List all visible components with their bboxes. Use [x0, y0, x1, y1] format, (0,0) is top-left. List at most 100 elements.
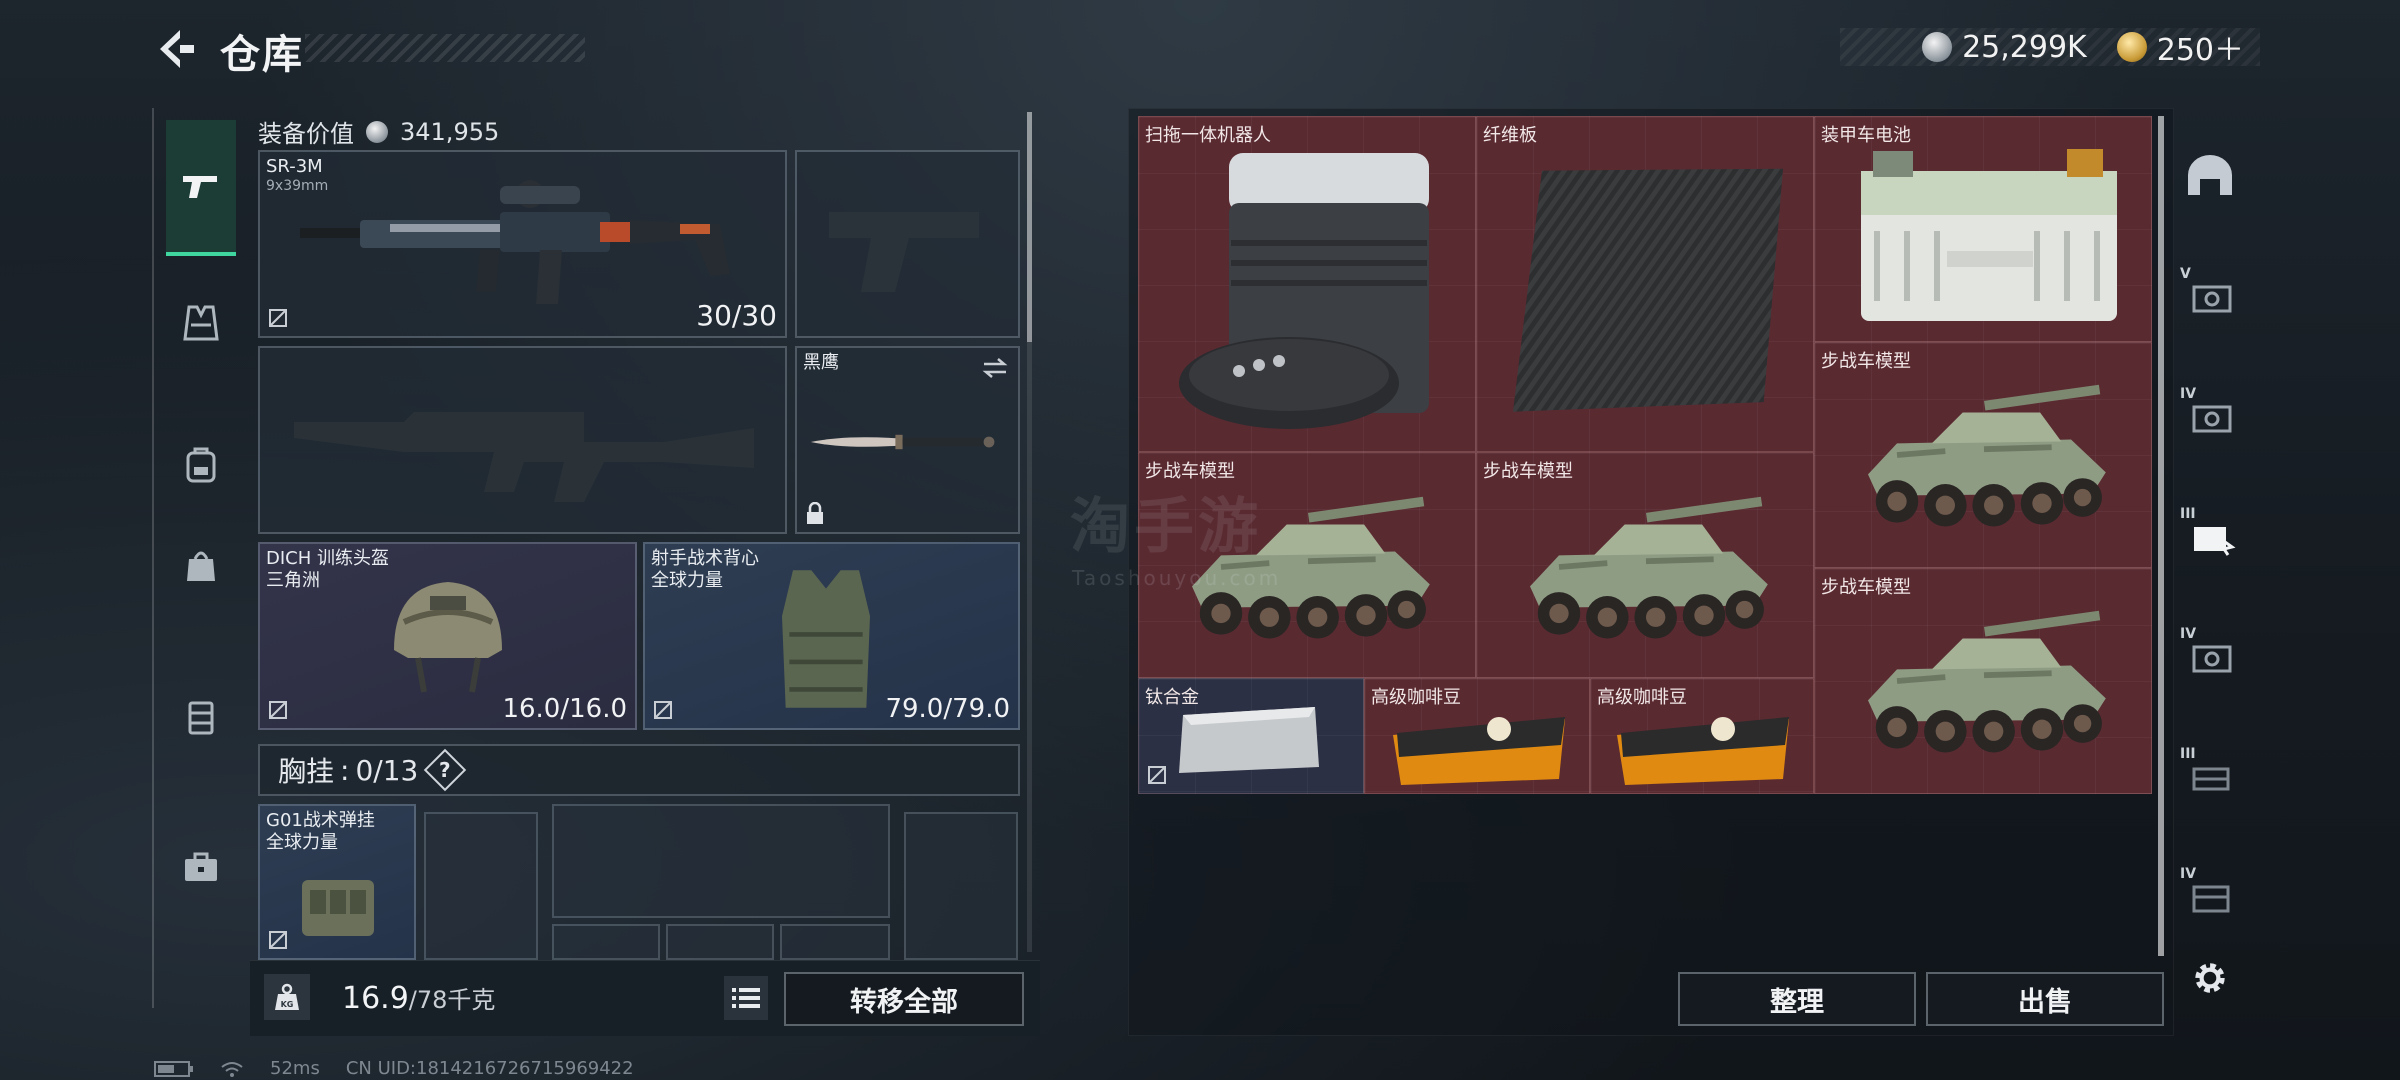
weight-icon: KG	[275, 983, 299, 1010]
chest-rig-bar: 胸挂 : 0/13 ?	[258, 744, 1020, 796]
rig-colon: :	[340, 753, 350, 787]
storage-item[interactable]: 步战车模型	[1814, 342, 2152, 568]
rail-item-weapons[interactable]	[166, 120, 236, 256]
list-view-button[interactable]	[724, 976, 768, 1020]
silver-coin-icon	[1922, 32, 1953, 62]
rig-empty-slot[interactable]	[552, 924, 660, 960]
pistol-slot[interactable]	[795, 150, 1020, 338]
helmet-label: DICH 训练头盔 三角洲	[266, 548, 389, 591]
tab-storage-iv[interactable]: IV	[2180, 384, 2240, 444]
item-name: 纤维板	[1483, 125, 1537, 146]
battery-image	[1861, 149, 2117, 321]
tier-label: V	[2180, 266, 2191, 282]
storage-item[interactable]: 纤维板	[1476, 116, 1814, 452]
tab-storage-iii-b[interactable]: III	[2180, 744, 2240, 804]
battery-status-icon	[154, 1060, 193, 1077]
item-name: 步战车模型	[1145, 461, 1235, 482]
tab-hideout[interactable]	[2180, 146, 2240, 206]
helmet-faction: 三角洲	[266, 569, 320, 591]
tab-storage-iv-b[interactable]: IV	[2180, 624, 2240, 684]
melee-slot[interactable]: 黑鹰	[795, 346, 1020, 534]
melee-name: 黑鹰	[803, 352, 839, 373]
back-button[interactable]	[150, 26, 196, 72]
storage-item[interactable]: 扫拖一体机器人	[1138, 116, 1476, 452]
backpack-icon	[186, 447, 216, 483]
storage-item[interactable]: 高级咖啡豆	[1364, 678, 1590, 794]
category-rail	[152, 108, 242, 1008]
ping-value: 52ms	[270, 1058, 320, 1079]
carry-weight: 16.9/78千克	[342, 980, 495, 1016]
wifi-icon	[221, 1061, 243, 1077]
rig-empty-slot[interactable]	[904, 812, 1018, 960]
helmet-slot[interactable]: DICH 训练头盔 三角洲 16.0/16.0	[258, 542, 637, 730]
tier-label: IV	[2180, 386, 2197, 402]
watermark: 淘手游	[1070, 492, 1262, 562]
gold-currency[interactable]: 250＋	[2116, 25, 2244, 69]
armor-durability: 79.0/79.0	[885, 694, 1010, 724]
tab-storage-iv-c[interactable]: IV	[2180, 864, 2240, 924]
user-uid: CN UID:1814216726715969422	[345, 1058, 634, 1079]
storage-item[interactable]: 装甲车电池	[1814, 116, 2152, 342]
secondary-weapon-slot[interactable]	[258, 346, 787, 534]
rig-item-label: G01战术弹挂 全球力量	[266, 810, 375, 853]
rig-empty-slot[interactable]	[666, 924, 774, 960]
no-insure-icon	[1148, 766, 1166, 784]
page-title: 仓库	[220, 32, 304, 78]
item-name: 高级咖啡豆	[1597, 687, 1687, 708]
tab-storage-iii-active[interactable]: III	[2180, 504, 2240, 564]
weapon-ammo: 30/30	[696, 299, 777, 332]
ifv-model-image	[1868, 610, 2106, 753]
rail-item-backpack[interactable]	[166, 420, 236, 510]
armor-name: 射手战术背心	[651, 548, 759, 569]
robot-vacuum-image	[1179, 153, 1429, 429]
rig-empty-slot[interactable]	[552, 804, 890, 918]
sort-button[interactable]: 整理	[1678, 972, 1916, 1026]
briefcase-icon	[185, 852, 217, 881]
item-name: 装甲车电池	[1821, 125, 1911, 146]
storage-item[interactable]: 步战车模型	[1814, 568, 2152, 794]
help-button[interactable]: ?	[424, 748, 467, 792]
storage-item[interactable]: 步战车模型	[1476, 452, 1814, 678]
rig-empty-slot[interactable]	[424, 812, 538, 960]
rig-empty-slot[interactable]	[780, 924, 890, 960]
primary-weapon-slot[interactable]: SR-3M 9x39mm 30/30	[258, 150, 787, 338]
rig-item-slot[interactable]: G01战术弹挂 全球力量	[258, 804, 416, 960]
item-name: 步战车模型	[1483, 461, 1573, 482]
rail-item-briefcase[interactable]	[166, 822, 236, 912]
storage-item[interactable]: 钛合金	[1138, 678, 1364, 794]
silver-coin-icon	[366, 120, 388, 143]
rail-item-bag[interactable]	[166, 520, 236, 610]
weight-current: 16.9	[342, 981, 409, 1016]
bag-icon	[187, 551, 215, 581]
rig-label: 胸挂	[278, 755, 335, 788]
storage-scroll-thumb[interactable]	[2158, 116, 2164, 956]
armor-faction: 全球力量	[651, 569, 723, 591]
settings-button[interactable]	[2184, 952, 2236, 1004]
ifv-model-image	[1868, 384, 2106, 527]
equipment-value-amount: 341,955	[400, 117, 500, 146]
help-icon: ?	[439, 757, 452, 782]
sell-button[interactable]: 出售	[1926, 972, 2164, 1026]
item-name: 步战车模型	[1821, 351, 1911, 372]
weight-max: /78千克	[408, 986, 496, 1014]
item-name: 步战车模型	[1821, 577, 1911, 598]
tab-storage-v[interactable]: V	[2180, 264, 2240, 324]
rig-capacity: 0/13	[355, 753, 419, 787]
swap-icon[interactable]	[980, 356, 1010, 380]
rail-item-vest[interactable]	[166, 278, 236, 368]
transfer-all-button[interactable]: 转移全部	[784, 972, 1024, 1026]
storage-item[interactable]: 高级咖啡豆	[1590, 678, 1814, 794]
equipment-value-label: 装备价值	[258, 120, 354, 148]
silver-currency[interactable]: 25,299K	[1922, 30, 2087, 65]
armor-slot[interactable]: 射手战术背心 全球力量 79.0/79.0	[643, 542, 1020, 730]
no-insure-icon	[269, 931, 287, 949]
equipment-scroll-thumb[interactable]	[1027, 112, 1032, 342]
equipment-value: 装备价值 341,955	[258, 114, 499, 149]
rail-item-container[interactable]	[166, 672, 236, 762]
item-name: 扫拖一体机器人	[1145, 125, 1271, 146]
settings-gear-icon	[2195, 963, 2225, 993]
rifle-silhouette-icon	[294, 412, 754, 502]
back-arrow-icon	[160, 30, 194, 68]
no-insure-icon	[654, 701, 672, 719]
tier-label: IV	[2180, 626, 2197, 642]
